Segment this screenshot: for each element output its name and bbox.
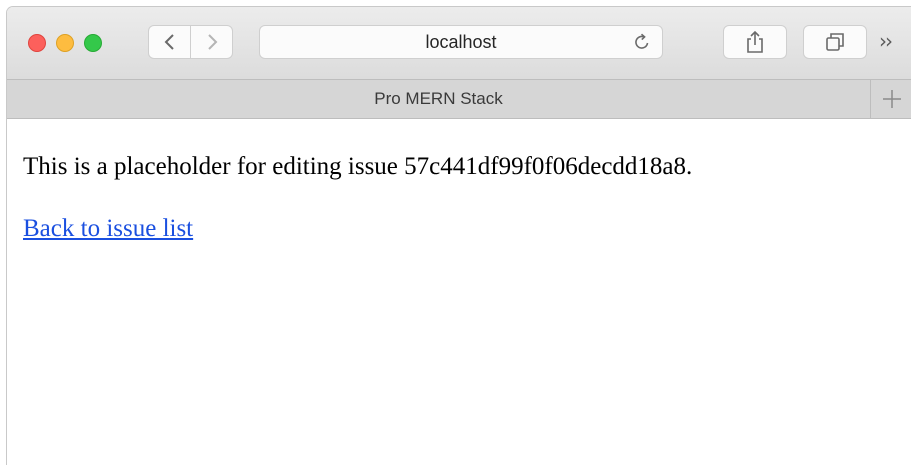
- browser-window: localhost ›› Pro MERN Stack This is a pl…: [6, 6, 911, 465]
- tab-pro-mern-stack[interactable]: Pro MERN Stack: [7, 80, 871, 118]
- tab-overview-icon: [826, 33, 844, 51]
- share-button[interactable]: [723, 25, 787, 59]
- chevron-right-icon: [207, 34, 217, 50]
- tab-bar: Pro MERN Stack: [7, 79, 911, 119]
- new-tab-button[interactable]: [871, 80, 911, 118]
- reload-icon[interactable]: [632, 32, 652, 52]
- zoom-button[interactable]: [84, 34, 102, 52]
- chevron-left-icon: [164, 34, 174, 50]
- page-content: This is a placeholder for editing issue …: [7, 119, 911, 465]
- more-toolbar-items-button[interactable]: ››: [879, 29, 893, 53]
- tab-overview-button[interactable]: [803, 25, 867, 59]
- back-button[interactable]: [148, 25, 191, 59]
- forward-button[interactable]: [190, 25, 233, 59]
- address-text: localhost: [425, 32, 497, 52]
- share-icon: [747, 30, 763, 53]
- toolbar: localhost ››: [7, 7, 911, 79]
- minimize-button[interactable]: [56, 34, 74, 52]
- plus-icon: [882, 90, 901, 108]
- address-bar[interactable]: localhost: [259, 25, 663, 59]
- close-button[interactable]: [28, 34, 46, 52]
- placeholder-message: This is a placeholder for editing issue …: [23, 153, 693, 180]
- back-to-issue-list-link[interactable]: Back to issue list: [23, 215, 193, 243]
